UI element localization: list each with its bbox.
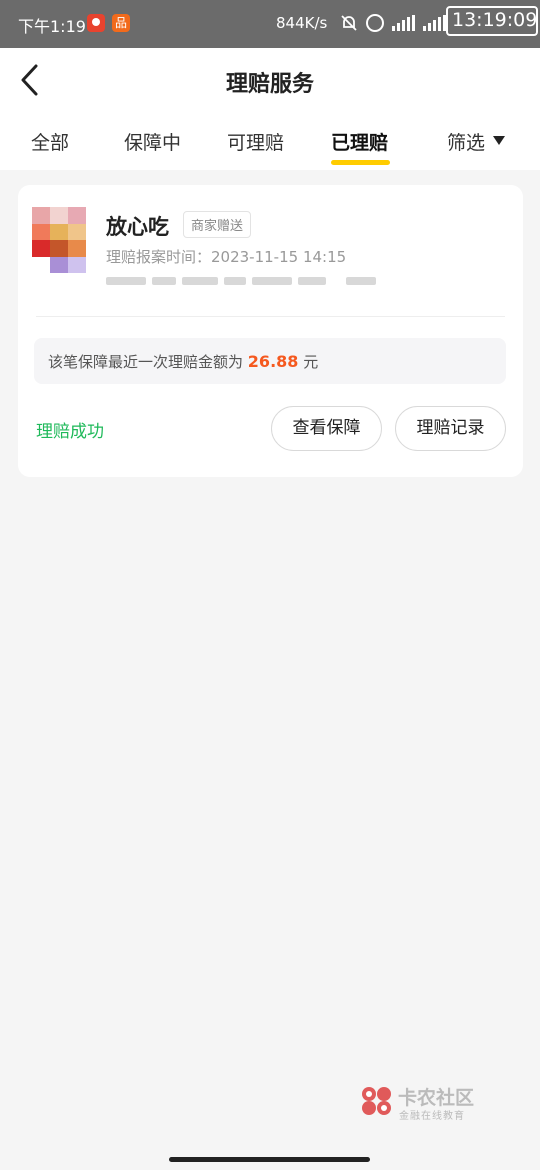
- kanong-logo-icon: [362, 1087, 391, 1115]
- report-time: 理赔报案时间：2023-11-15 14:15: [106, 248, 347, 266]
- amount-prefix: 该笔保障最近一次理赔金额为: [48, 353, 244, 371]
- claim-status: 理赔成功: [36, 422, 104, 442]
- source-badge: 商家赠送: [183, 211, 252, 238]
- view-coverage-button[interactable]: 查看保障: [271, 406, 382, 451]
- tab-active-coverage[interactable]: 保障中: [124, 128, 181, 155]
- store-name-redacted: [106, 271, 380, 285]
- clock-badge: 13:19:09: [452, 9, 538, 31]
- status-icons: [340, 12, 446, 34]
- signal-icon: [392, 15, 415, 31]
- amount-unit: 元: [303, 353, 319, 371]
- claim-amount: 26.88: [247, 352, 299, 371]
- page-title: 理赔服务: [225, 72, 314, 97]
- claim-card: 放心吃 商家赠送 理赔报案时间：2023-11-15 14:15 该笔保障最近一…: [18, 185, 523, 477]
- divider: [36, 316, 505, 317]
- alarm-icon: [366, 14, 384, 32]
- tab-all[interactable]: 全部: [31, 128, 69, 155]
- product-thumbnail[interactable]: [32, 207, 86, 273]
- product-name: 放心吃: [106, 215, 169, 239]
- wifi-signal-icon: [423, 15, 446, 31]
- watermark-tagline: 金融在线教育: [399, 1111, 465, 1122]
- status-bar: 下午1:19 品 844K/s 13:19:09: [0, 0, 540, 48]
- tab-claimable[interactable]: 可理赔: [227, 128, 284, 155]
- active-tab-indicator: [331, 160, 390, 165]
- claim-amount-info: 该笔保障最近一次理赔金额为 26.88 元: [34, 338, 506, 384]
- watermark: 卡农社区 金融在线教育: [360, 1082, 490, 1122]
- network-speed: 844K/s: [276, 14, 328, 32]
- caret-down-icon[interactable]: [493, 136, 505, 145]
- header: 理赔服务 全部 保障中 可理赔 已理赔 筛选: [0, 48, 540, 170]
- tab-filter[interactable]: 筛选: [447, 128, 485, 155]
- watermark-name: 卡农社区: [398, 1087, 475, 1109]
- app-notification-icon: [87, 14, 105, 32]
- status-time: 下午1:19: [18, 17, 86, 36]
- claim-record-button[interactable]: 理赔记录: [395, 406, 506, 451]
- home-indicator[interactable]: [169, 1157, 370, 1162]
- shopping-app-icon: 品: [112, 14, 130, 32]
- tab-claimed[interactable]: 已理赔: [331, 128, 388, 155]
- muted-bell-icon: [341, 15, 357, 31]
